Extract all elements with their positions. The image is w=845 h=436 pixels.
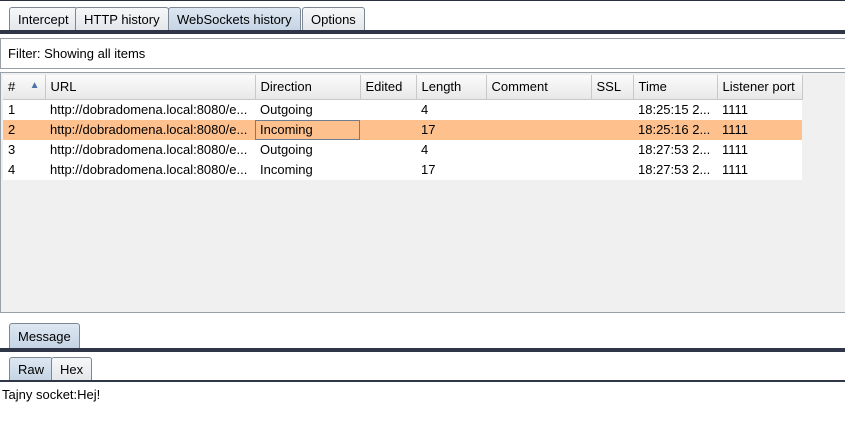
column-header-ssl[interactable]: SSL: [591, 75, 634, 100]
cell-edited[interactable]: [360, 139, 416, 160]
websockets-table-panel: # ▲ URL Direction Edited Length Comment S…: [0, 72, 845, 313]
websockets-history-table: # ▲ URL Direction Edited Length Comment S…: [3, 75, 803, 180]
tab-message[interactable]: Message: [9, 323, 80, 349]
table-header-row: # ▲ URL Direction Edited Length Comment S…: [3, 75, 803, 100]
cell-url[interactable]: http://dobradomena.local:8080/e...: [45, 159, 255, 180]
view-tab-bar: Raw Hex: [0, 354, 845, 381]
cell-length[interactable]: 4: [416, 139, 486, 160]
filter-bar[interactable]: Filter: Showing all items: [0, 38, 845, 69]
tab-http-history[interactable]: HTTP history: [75, 7, 169, 31]
column-header-comment[interactable]: Comment: [486, 75, 592, 100]
message-raw-content[interactable]: Tajny socket:Hej!: [2, 387, 100, 402]
tab-intercept[interactable]: Intercept: [9, 7, 78, 31]
view-tab-divider: [0, 380, 845, 382]
table-row-selected[interactable]: 2 http://dobradomena.local:8080/e... Inc…: [3, 119, 802, 140]
column-header-url[interactable]: URL: [45, 75, 256, 100]
cell-number[interactable]: 3: [3, 139, 45, 160]
window-top-border: [0, 0, 845, 3]
cell-time[interactable]: 18:25:16 2...: [633, 119, 717, 140]
table-row[interactable]: 4 http://dobradomena.local:8080/e... Inc…: [3, 159, 802, 180]
cell-ssl[interactable]: [591, 159, 633, 180]
cell-listener-port[interactable]: 1111: [717, 119, 802, 140]
cell-comment[interactable]: [486, 99, 591, 120]
cell-comment[interactable]: [486, 139, 591, 160]
cell-direction[interactable]: Outgoing: [255, 139, 360, 160]
cell-edited[interactable]: [360, 159, 416, 180]
cell-length[interactable]: 17: [416, 159, 486, 180]
tab-options[interactable]: Options: [302, 7, 365, 31]
column-header-time[interactable]: Time: [633, 75, 718, 100]
tab-hex[interactable]: Hex: [51, 357, 93, 381]
cell-url[interactable]: http://dobradomena.local:8080/e...: [45, 119, 255, 140]
message-tab-divider: [0, 348, 845, 352]
column-header-edited[interactable]: Edited: [360, 75, 417, 100]
main-tab-bar: Intercept HTTP history WebSockets histor…: [0, 4, 845, 31]
cell-listener-port[interactable]: 1111: [717, 99, 802, 120]
cell-length[interactable]: 4: [416, 99, 486, 120]
cell-ssl[interactable]: [591, 99, 633, 120]
message-tab-bar: Message: [0, 319, 845, 349]
cell-time[interactable]: 18:25:15 2...: [633, 99, 717, 120]
cell-url[interactable]: http://dobradomena.local:8080/e...: [45, 139, 255, 160]
cell-comment[interactable]: [486, 159, 591, 180]
column-header-number[interactable]: # ▲: [3, 75, 46, 100]
cell-direction[interactable]: Outgoing: [255, 99, 360, 120]
cell-time[interactable]: 18:27:53 2...: [633, 159, 717, 180]
cell-edited[interactable]: [360, 119, 416, 140]
cell-listener-port[interactable]: 1111: [717, 159, 802, 180]
cell-time[interactable]: 18:27:53 2...: [633, 139, 717, 160]
cell-number[interactable]: 2: [3, 119, 45, 140]
cell-url[interactable]: http://dobradomena.local:8080/e...: [45, 99, 255, 120]
tab-bar-divider: [0, 30, 845, 34]
column-header-length[interactable]: Length: [416, 75, 487, 100]
cell-ssl[interactable]: [591, 139, 633, 160]
column-header-listener-port[interactable]: Listener port: [717, 75, 803, 100]
cell-length[interactable]: 17: [416, 119, 486, 140]
tab-websockets-history[interactable]: WebSockets history: [168, 7, 301, 31]
cell-edited[interactable]: [360, 99, 416, 120]
table-row[interactable]: 1 http://dobradomena.local:8080/e... Out…: [3, 99, 802, 120]
cell-direction-focused[interactable]: Incoming: [255, 119, 360, 140]
tab-raw[interactable]: Raw: [9, 357, 54, 381]
cell-direction[interactable]: Incoming: [255, 159, 360, 180]
table-row[interactable]: 3 http://dobradomena.local:8080/e... Out…: [3, 139, 802, 160]
column-header-direction[interactable]: Direction: [255, 75, 361, 100]
cell-number[interactable]: 1: [3, 99, 45, 120]
sort-ascending-icon: ▲: [29, 80, 40, 92]
cell-ssl[interactable]: [591, 119, 633, 140]
cell-number[interactable]: 4: [3, 159, 45, 180]
cell-listener-port[interactable]: 1111: [717, 139, 802, 160]
cell-comment[interactable]: [486, 119, 591, 140]
